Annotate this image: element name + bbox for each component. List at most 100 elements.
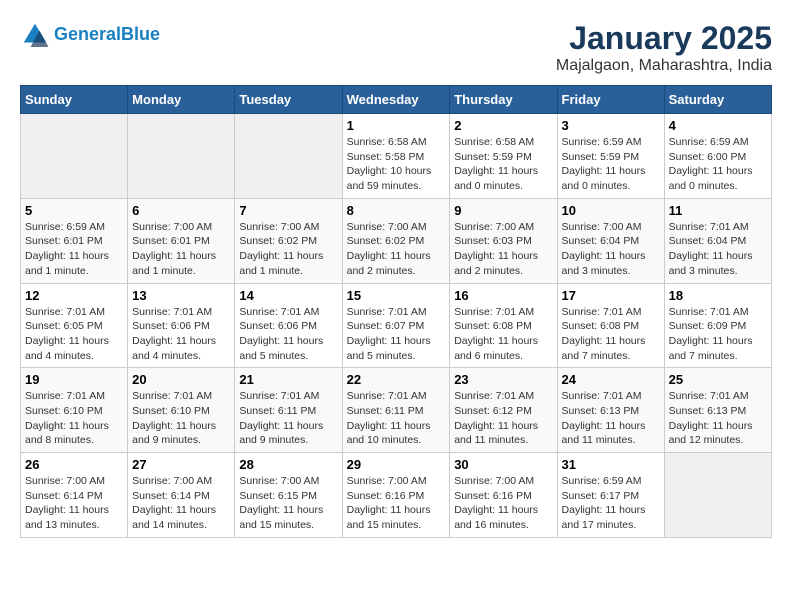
day-number: 12 xyxy=(25,288,123,303)
calendar-cell: 1Sunrise: 6:58 AMSunset: 5:58 PMDaylight… xyxy=(342,114,450,199)
day-number: 13 xyxy=(132,288,230,303)
day-info: Sunrise: 7:00 AMSunset: 6:04 PMDaylight:… xyxy=(562,220,660,279)
weekday-header: Saturday xyxy=(664,86,771,114)
calendar-cell: 17 Sunrise: 7:01 AMSunset: 6:08 PMDayligh… xyxy=(557,283,664,368)
day-number: 9 xyxy=(454,203,552,218)
day-number: 18 xyxy=(669,288,767,303)
calendar-cell xyxy=(664,453,771,538)
day-number: 30 xyxy=(454,457,552,472)
calendar-cell: 26 Sunrise: 7:00 AMSunset: 6:14 PMDayligh… xyxy=(21,453,128,538)
day-number: 27 xyxy=(132,457,230,472)
calendar-table: SundayMondayTuesdayWednesdayThursdayFrid… xyxy=(20,85,772,538)
day-number: 8 xyxy=(347,203,446,218)
calendar-cell: 24Sunrise: 7:01 AMSunset: 6:13 PMDayligh… xyxy=(557,368,664,453)
weekday-header: Thursday xyxy=(450,86,557,114)
day-info: Sunrise: 6:58 AMSunset: 5:58 PMDaylight:… xyxy=(347,135,446,194)
day-info: Sunrise: 7:01 AMSunset: 6:06 PMDaylight:… xyxy=(132,305,230,364)
calendar-cell: 5Sunrise: 6:59 AMSunset: 6:01 PMDaylight… xyxy=(21,198,128,283)
header: GeneralBlue January 2025 Majalgaon, Maha… xyxy=(20,20,772,75)
calendar-week-row: 5Sunrise: 6:59 AMSunset: 6:01 PMDaylight… xyxy=(21,198,772,283)
calendar-cell: 15 Sunrise: 7:01 AMSunset: 6:07 PMDayligh… xyxy=(342,283,450,368)
calendar-cell: 11Sunrise: 7:01 AMSunset: 6:04 PMDayligh… xyxy=(664,198,771,283)
day-number: 10 xyxy=(562,203,660,218)
calendar-cell xyxy=(128,114,235,199)
calendar-cell: 2Sunrise: 6:58 AMSunset: 5:59 PMDaylight… xyxy=(450,114,557,199)
calendar-cell: 14Sunrise: 7:01 AMSunset: 6:06 PMDayligh… xyxy=(235,283,342,368)
day-info: Sunrise: 7:01 AMSunset: 6:10 PMDaylight:… xyxy=(25,389,123,448)
day-info: Sunrise: 7:01 AMSunset: 6:09 PMDaylight:… xyxy=(669,305,767,364)
calendar-cell: 12 Sunrise: 7:01 AMSunset: 6:05 PMDayligh… xyxy=(21,283,128,368)
day-number: 3 xyxy=(562,118,660,133)
day-info: Sunrise: 7:01 AMSunset: 6:08 PMDaylight:… xyxy=(562,305,660,364)
day-info: Sunrise: 7:00 AMSunset: 6:16 PMDaylight:… xyxy=(347,474,446,533)
day-info: Sunrise: 7:00 AMSunset: 6:15 PMDaylight:… xyxy=(239,474,337,533)
day-info: Sunrise: 7:01 AMSunset: 6:08 PMDaylight:… xyxy=(454,305,552,364)
calendar-week-row: 1Sunrise: 6:58 AMSunset: 5:58 PMDaylight… xyxy=(21,114,772,199)
calendar-cell: 29 Sunrise: 7:00 AMSunset: 6:16 PMDayligh… xyxy=(342,453,450,538)
calendar-cell: 6 Sunrise: 7:00 AMSunset: 6:01 PMDaylight… xyxy=(128,198,235,283)
weekday-header: Tuesday xyxy=(235,86,342,114)
calendar-cell: 21 Sunrise: 7:01 AMSunset: 6:11 PMDayligh… xyxy=(235,368,342,453)
day-number: 17 xyxy=(562,288,660,303)
day-info: Sunrise: 7:01 AMSunset: 6:05 PMDaylight:… xyxy=(25,305,123,364)
day-number: 24 xyxy=(562,372,660,387)
day-info: Sunrise: 7:01 AMSunset: 6:11 PMDaylight:… xyxy=(239,389,337,448)
calendar-cell: 31Sunrise: 6:59 AMSunset: 6:17 PMDayligh… xyxy=(557,453,664,538)
calendar-cell: 25 Sunrise: 7:01 AMSunset: 6:13 PMDayligh… xyxy=(664,368,771,453)
day-info: Sunrise: 7:00 AMSunset: 6:16 PMDaylight:… xyxy=(454,474,552,533)
day-info: Sunrise: 6:59 AMSunset: 6:17 PMDaylight:… xyxy=(562,474,660,533)
calendar-week-row: 12 Sunrise: 7:01 AMSunset: 6:05 PMDayligh… xyxy=(21,283,772,368)
calendar-cell xyxy=(235,114,342,199)
calendar-cell: 20 Sunrise: 7:01 AMSunset: 6:10 PMDayligh… xyxy=(128,368,235,453)
calendar-week-row: 26 Sunrise: 7:00 AMSunset: 6:14 PMDayligh… xyxy=(21,453,772,538)
day-number: 15 xyxy=(347,288,446,303)
day-info: Sunrise: 6:58 AMSunset: 5:59 PMDaylight:… xyxy=(454,135,552,194)
calendar-cell: 3 Sunrise: 6:59 AMSunset: 5:59 PMDaylight… xyxy=(557,114,664,199)
logo-general: General xyxy=(54,24,121,44)
title-section: January 2025 Majalgaon, Maharashtra, Ind… xyxy=(556,20,772,75)
calendar-cell: 22Sunrise: 7:01 AMSunset: 6:11 PMDayligh… xyxy=(342,368,450,453)
day-number: 25 xyxy=(669,372,767,387)
day-info: Sunrise: 7:01 AMSunset: 6:10 PMDaylight:… xyxy=(132,389,230,448)
day-info: Sunrise: 7:00 AMSunset: 6:03 PMDaylight:… xyxy=(454,220,552,279)
day-number: 4 xyxy=(669,118,767,133)
calendar-week-row: 19 Sunrise: 7:01 AMSunset: 6:10 PMDayligh… xyxy=(21,368,772,453)
day-number: 20 xyxy=(132,372,230,387)
day-number: 22 xyxy=(347,372,446,387)
day-number: 16 xyxy=(454,288,552,303)
day-number: 26 xyxy=(25,457,123,472)
day-number: 7 xyxy=(239,203,337,218)
weekday-header-row: SundayMondayTuesdayWednesdayThursdayFrid… xyxy=(21,86,772,114)
day-info: Sunrise: 7:01 AMSunset: 6:13 PMDaylight:… xyxy=(669,389,767,448)
calendar-cell: 13 Sunrise: 7:01 AMSunset: 6:06 PMDayligh… xyxy=(128,283,235,368)
calendar-cell: 30 Sunrise: 7:00 AMSunset: 6:16 PMDayligh… xyxy=(450,453,557,538)
calendar-cell: 27 Sunrise: 7:00 AMSunset: 6:14 PMDayligh… xyxy=(128,453,235,538)
calendar-cell: 10 Sunrise: 7:00 AMSunset: 6:04 PMDayligh… xyxy=(557,198,664,283)
day-info: Sunrise: 7:00 AMSunset: 6:02 PMDaylight:… xyxy=(239,220,337,279)
day-info: Sunrise: 6:59 AMSunset: 6:01 PMDaylight:… xyxy=(25,220,123,279)
calendar-cell: 9 Sunrise: 7:00 AMSunset: 6:03 PMDaylight… xyxy=(450,198,557,283)
day-number: 19 xyxy=(25,372,123,387)
logo-blue: Blue xyxy=(121,24,160,44)
day-number: 14 xyxy=(239,288,337,303)
day-info: Sunrise: 6:59 AMSunset: 6:00 PMDaylight:… xyxy=(669,135,767,194)
day-number: 21 xyxy=(239,372,337,387)
day-number: 6 xyxy=(132,203,230,218)
logo-icon xyxy=(20,20,50,50)
day-info: Sunrise: 7:00 AMSunset: 6:01 PMDaylight:… xyxy=(132,220,230,279)
day-number: 23 xyxy=(454,372,552,387)
calendar-cell: 18 Sunrise: 7:01 AMSunset: 6:09 PMDayligh… xyxy=(664,283,771,368)
calendar-cell: 23Sunrise: 7:01 AMSunset: 6:12 PMDayligh… xyxy=(450,368,557,453)
day-number: 29 xyxy=(347,457,446,472)
day-info: Sunrise: 7:01 AMSunset: 6:04 PMDaylight:… xyxy=(669,220,767,279)
weekday-header: Friday xyxy=(557,86,664,114)
day-info: Sunrise: 7:00 AMSunset: 6:14 PMDaylight:… xyxy=(132,474,230,533)
day-number: 28 xyxy=(239,457,337,472)
day-info: Sunrise: 7:00 AMSunset: 6:14 PMDaylight:… xyxy=(25,474,123,533)
calendar-cell: 7 Sunrise: 7:00 AMSunset: 6:02 PMDaylight… xyxy=(235,198,342,283)
calendar-cell: 16 Sunrise: 7:01 AMSunset: 6:08 PMDayligh… xyxy=(450,283,557,368)
day-info: Sunrise: 6:59 AMSunset: 5:59 PMDaylight:… xyxy=(562,135,660,194)
weekday-header: Monday xyxy=(128,86,235,114)
day-info: Sunrise: 7:01 AMSunset: 6:07 PMDaylight:… xyxy=(347,305,446,364)
calendar-subtitle: Majalgaon, Maharashtra, India xyxy=(556,57,772,75)
